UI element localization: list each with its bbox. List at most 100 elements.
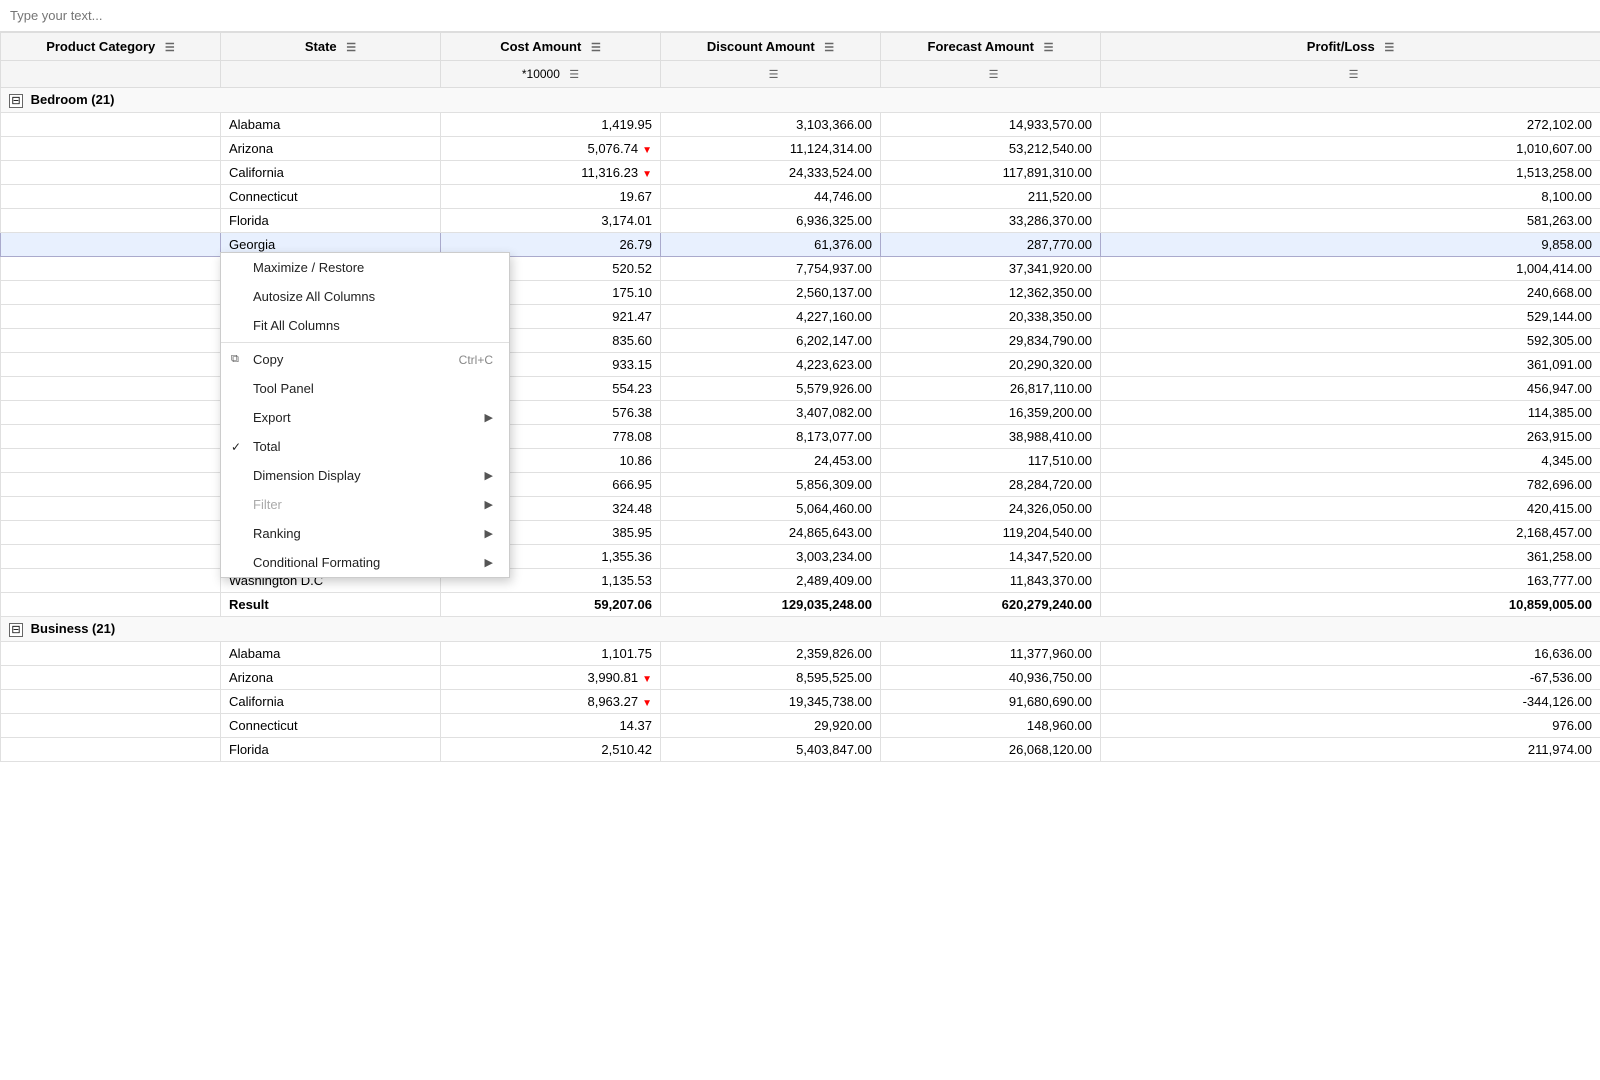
- profit-cell: 420,415.00: [1101, 497, 1600, 521]
- cost-cell: 11,316.23▼: [441, 161, 661, 185]
- product-cell: [1, 257, 221, 281]
- product-cell: [1, 137, 221, 161]
- bedroom-label: Bedroom (21): [31, 92, 115, 107]
- context-menu-item[interactable]: ✓Total: [221, 432, 509, 461]
- state-menu-icon[interactable]: ☰: [346, 41, 356, 54]
- forecast-menu-icon[interactable]: ☰: [1044, 41, 1054, 54]
- discount-cell: 3,407,082.00: [661, 401, 881, 425]
- business-expand-icon[interactable]: ⊟: [9, 623, 23, 637]
- profit-cell: 782,696.00: [1101, 473, 1600, 497]
- col-header-profit: Profit/Loss ☰: [1101, 33, 1600, 61]
- menu-item-label: Filter: [253, 497, 282, 512]
- profit-cell: 8,100.00: [1101, 185, 1600, 209]
- discount-cell: 6,202,147.00: [661, 329, 881, 353]
- forecast-cell: 119,204,540.00: [881, 521, 1101, 545]
- context-menu-item[interactable]: Autosize All Columns: [221, 282, 509, 311]
- context-menu-item[interactable]: Dimension Display▶: [221, 461, 509, 490]
- state-cell: Florida: [221, 209, 441, 233]
- table-row: Alabama 1,101.75 2,359,826.00 11,377,960…: [1, 642, 1600, 666]
- bedroom-expand-icon[interactable]: ⊟: [9, 94, 23, 108]
- col-header-cost: Cost Amount ☰: [441, 33, 661, 61]
- submenu-arrow-icon: ▶: [485, 498, 493, 511]
- product-cell: [1, 738, 221, 762]
- cost-cell: 3,990.81▼: [441, 666, 661, 690]
- profit-cell: 9,858.00: [1101, 233, 1600, 257]
- submenu-arrow-icon: ▶: [485, 527, 493, 540]
- forecast-cell: 91,680,690.00: [881, 690, 1101, 714]
- cost-cell: 19.67: [441, 185, 661, 209]
- forecast-cell: 14,933,570.00: [881, 113, 1101, 137]
- table-row: Alabama 1,419.95 3,103,366.00 14,933,570…: [1, 113, 1600, 137]
- forecast-cell: 11,377,960.00: [881, 642, 1101, 666]
- menu-item-label: Total: [253, 439, 280, 454]
- forecast-cell: 53,212,540.00: [881, 137, 1101, 161]
- menu-item-label: Maximize / Restore: [253, 260, 364, 275]
- state-cell: Alabama: [221, 113, 441, 137]
- discount-menu-icon[interactable]: ☰: [824, 41, 834, 54]
- table-row: Arizona 3,990.81▼ 8,595,525.00 40,936,75…: [1, 666, 1600, 690]
- forecast-cell: 29,834,790.00: [881, 329, 1101, 353]
- profit-sub-menu-icon[interactable]: ☰: [1349, 68, 1359, 81]
- discount-cell: 24,865,643.00: [661, 521, 881, 545]
- discount-cell: 7,754,937.00: [661, 257, 881, 281]
- copy-icon: ⧉: [231, 353, 239, 366]
- context-menu-item[interactable]: Fit All Columns: [221, 311, 509, 340]
- profit-cell: 114,385.00: [1101, 401, 1600, 425]
- table-row: Connecticut 19.67 44,746.00 211,520.00 8…: [1, 185, 1600, 209]
- search-input[interactable]: [10, 8, 310, 23]
- context-menu-item[interactable]: Export▶: [221, 403, 509, 432]
- discount-cell: 4,223,623.00: [661, 353, 881, 377]
- forecast-sub-menu-icon[interactable]: ☰: [989, 68, 999, 81]
- discount-sub-menu-icon[interactable]: ☰: [769, 68, 779, 81]
- profit-cell: 1,010,607.00: [1101, 137, 1600, 161]
- col-subheader-state: [221, 61, 441, 88]
- product-cell: [1, 690, 221, 714]
- product-cell: [1, 113, 221, 137]
- submenu-arrow-icon: ▶: [485, 469, 493, 482]
- col-subheader-discount: ☰: [661, 61, 881, 88]
- product-category-menu-icon[interactable]: ☰: [165, 41, 175, 54]
- result-state-cell: Result: [221, 593, 441, 617]
- context-menu-item[interactable]: Tool Panel: [221, 374, 509, 403]
- cost-cell: 1,101.75: [441, 642, 661, 666]
- cost-cell: 2,510.42: [441, 738, 661, 762]
- profit-cell: 263,915.00: [1101, 425, 1600, 449]
- col-header-product: Product Category ☰: [1, 33, 221, 61]
- profit-menu-icon[interactable]: ☰: [1384, 41, 1394, 54]
- product-cell: [1, 545, 221, 569]
- forecast-cell: 37,341,920.00: [881, 257, 1101, 281]
- state-cell: Arizona: [221, 666, 441, 690]
- discount-cell: 3,003,234.00: [661, 545, 881, 569]
- forecast-cell: 20,338,350.00: [881, 305, 1101, 329]
- trend-down-icon: ▼: [642, 698, 652, 709]
- cost-cell: 1,419.95: [441, 113, 661, 137]
- context-menu-item[interactable]: ⧉CopyCtrl+C: [221, 345, 509, 374]
- profit-cell: 1,513,258.00: [1101, 161, 1600, 185]
- profit-cell: -67,536.00: [1101, 666, 1600, 690]
- trend-down-icon: ▼: [642, 169, 652, 180]
- profit-cell: 1,004,414.00: [1101, 257, 1600, 281]
- product-cell: [1, 161, 221, 185]
- context-menu-item[interactable]: Conditional Formating▶: [221, 548, 509, 577]
- discount-cell: 19,345,738.00: [661, 690, 881, 714]
- state-cell: California: [221, 161, 441, 185]
- product-cell: [1, 209, 221, 233]
- cost-menu-icon[interactable]: ☰: [591, 41, 601, 54]
- result-profit-cell: 10,859,005.00: [1101, 593, 1600, 617]
- discount-cell: 44,746.00: [661, 185, 881, 209]
- trend-down-icon: ▼: [642, 674, 652, 685]
- business-label: Business (21): [31, 621, 116, 636]
- discount-cell: 2,359,826.00: [661, 642, 881, 666]
- context-menu-item[interactable]: Ranking▶: [221, 519, 509, 548]
- discount-cell: 24,453.00: [661, 449, 881, 473]
- grid-container: Product Category ☰ State ☰ Cost Amount ☰…: [0, 32, 1600, 762]
- menu-separator: [221, 342, 509, 343]
- table-row: Connecticut 14.37 29,920.00 148,960.00 9…: [1, 714, 1600, 738]
- discount-cell: 3,103,366.00: [661, 113, 881, 137]
- state-cell: Connecticut: [221, 185, 441, 209]
- context-menu-item[interactable]: Maximize / Restore: [221, 253, 509, 282]
- forecast-cell: 40,936,750.00: [881, 666, 1101, 690]
- cost-unit-menu-icon[interactable]: ☰: [569, 68, 579, 81]
- profit-cell: 361,258.00: [1101, 545, 1600, 569]
- profit-cell: 592,305.00: [1101, 329, 1600, 353]
